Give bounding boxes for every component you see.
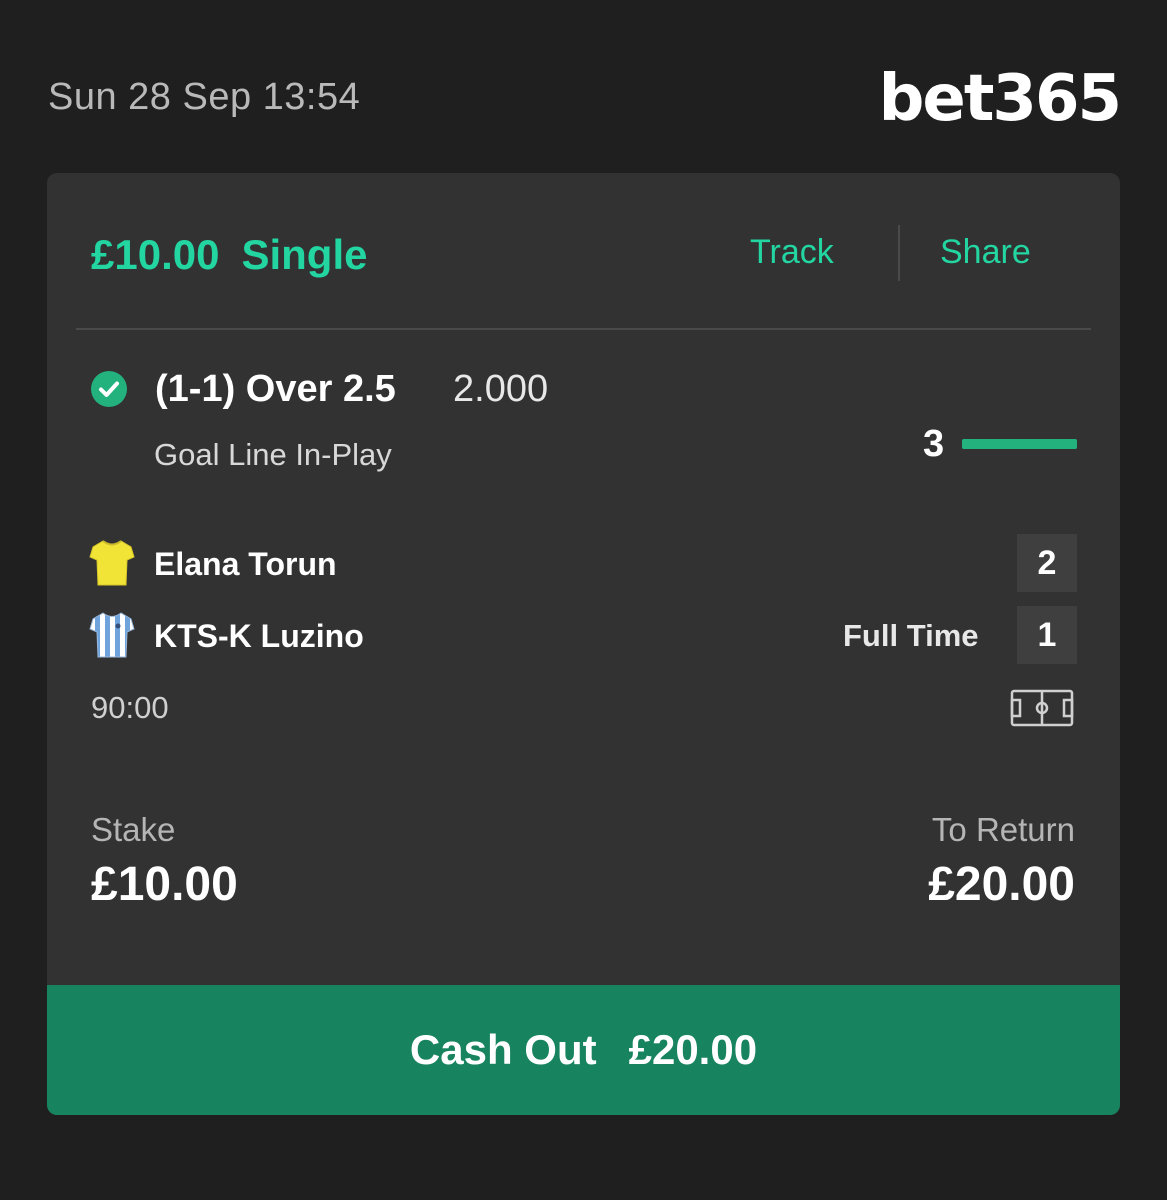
return-label: To Return — [931, 811, 1075, 848]
goals-count: 3 — [923, 423, 945, 465]
blue-white-striped-shirt-icon — [89, 612, 135, 658]
bet-stake-header: £10.00 — [91, 231, 220, 278]
home-team-name: Elana Torun — [154, 546, 337, 582]
match-clock: 90:00 — [91, 690, 169, 725]
away-team-row: KTS-K Luzino Full Time 1 — [47, 606, 1120, 664]
bet365-logo: bet365 — [878, 62, 1122, 136]
bet-title: £10.00 Single — [91, 231, 368, 279]
yellow-shirt-icon — [89, 540, 135, 586]
away-team-score: 1 — [1017, 606, 1077, 664]
match-status: Full Time — [843, 618, 979, 653]
bet-card: £10.00 Single Track Share (1-1) Over 2.5 … — [47, 173, 1120, 1115]
header-divider — [898, 225, 900, 281]
share-button[interactable]: Share — [940, 233, 1031, 272]
bet-card-header: £10.00 Single Track Share — [47, 173, 1120, 331]
header-separator — [76, 328, 1091, 330]
track-button[interactable]: Track — [750, 233, 834, 272]
cash-out-button[interactable]: Cash Out £20.00 — [47, 985, 1120, 1115]
home-team-row: Elana Torun 2 — [47, 534, 1120, 592]
football-pitch-icon[interactable] — [1010, 689, 1074, 727]
stake-label: Stake — [91, 811, 176, 848]
status-datetime: Sun 28 Sep 13:54 — [48, 76, 361, 118]
selection-name: (1-1) Over 2.5 — [155, 368, 396, 410]
away-team-name: KTS-K Luzino — [154, 618, 364, 654]
selection-odds: 2.000 — [453, 368, 549, 410]
cash-out-amount: £20.00 — [628, 1026, 758, 1073]
goals-progress-bar — [962, 439, 1077, 449]
home-team-score: 2 — [1017, 534, 1077, 592]
cash-out-label: Cash Out — [409, 1026, 597, 1073]
stake-value: £10.00 — [91, 858, 238, 911]
goals-progress-fill — [962, 439, 1077, 449]
check-circle-icon — [91, 371, 127, 407]
bet-type: Single — [241, 231, 368, 278]
market-name: Goal Line In-Play — [154, 437, 392, 472]
return-value: £20.00 — [928, 858, 1075, 911]
